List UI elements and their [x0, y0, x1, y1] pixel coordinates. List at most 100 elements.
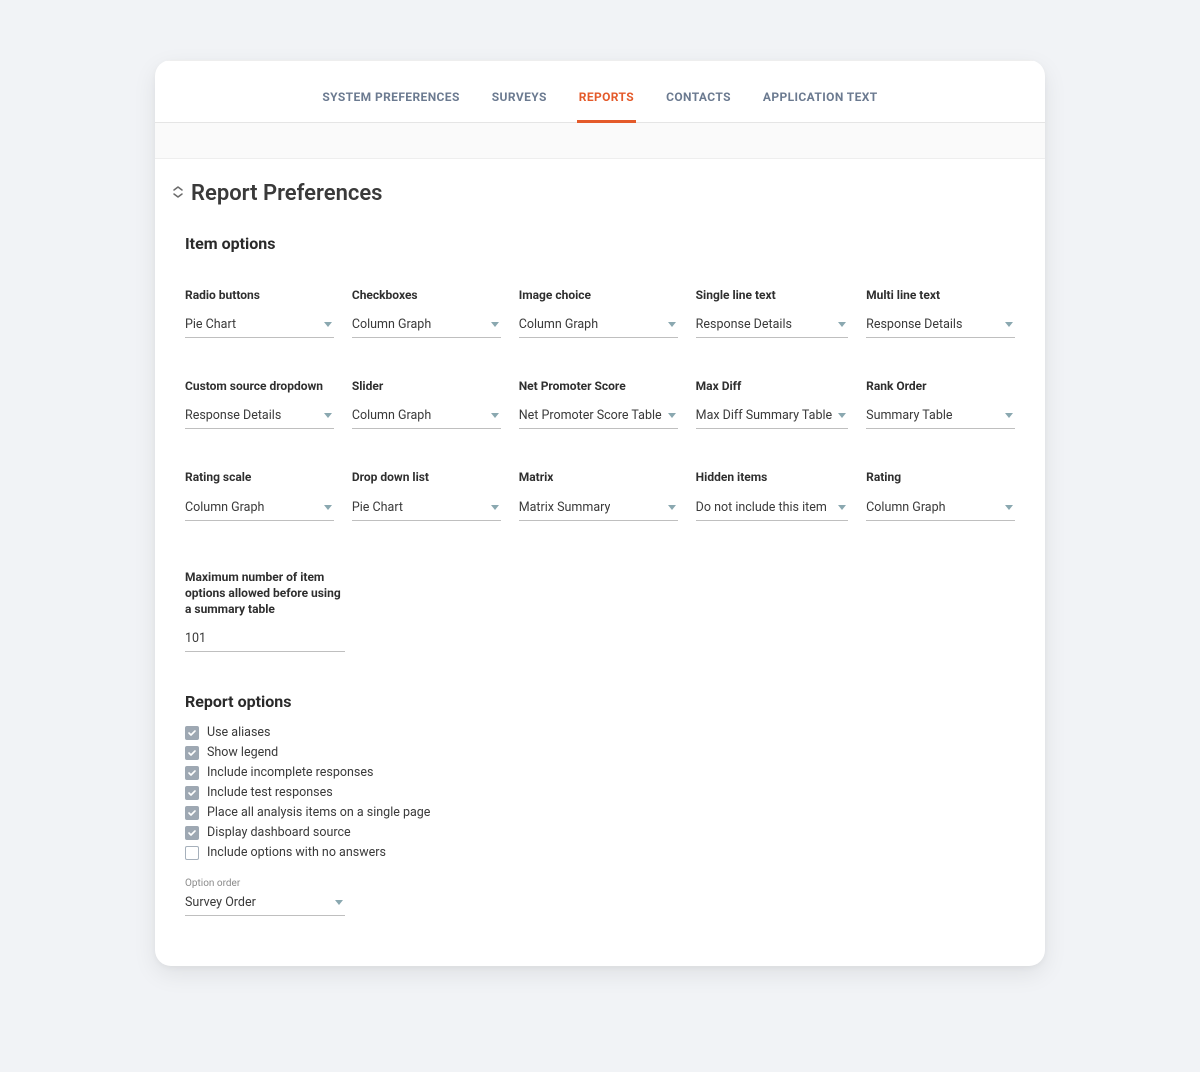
item-option-label: Image choice — [519, 287, 678, 303]
item-option-checkboxes: Checkboxes Column Graph — [352, 287, 501, 338]
item-option-select-drop-down-list[interactable]: Pie Chart — [352, 496, 501, 521]
item-option-select-matrix[interactable]: Matrix Summary — [519, 496, 678, 521]
chevron-down-icon — [1005, 413, 1013, 418]
tabs-container: SYSTEM PREFERENCES SURVEYS REPORTS CONTACTS… — [155, 60, 1045, 123]
report-options-heading: Report options — [185, 692, 1015, 711]
checkbox-include-no-answers[interactable] — [185, 846, 199, 860]
item-option-value: Matrix Summary — [519, 500, 611, 515]
checkbox-label[interactable]: Include incomplete responses — [207, 765, 373, 780]
item-option-drop-down-list: Drop down list Pie Chart — [352, 469, 501, 520]
tab-apptext[interactable]: APPLICATION TEXT — [761, 80, 880, 123]
item-option-label: Net Promoter Score — [519, 378, 678, 394]
report-options-list: Use aliases Show legend Include incomplete… — [185, 725, 1015, 860]
item-option-rating: RatingColumn Graph — [866, 469, 1015, 520]
item-option-label: Rank Order — [866, 378, 1015, 394]
item-option-label: Radio buttons — [185, 287, 334, 303]
item-option-label: Matrix — [519, 469, 678, 485]
item-option-value: Pie Chart — [352, 500, 403, 515]
item-options-grid: Radio buttons Pie Chart Checkboxes Column G… — [185, 287, 1015, 521]
checkbox-use-aliases[interactable] — [185, 726, 199, 740]
checkbox-include-incomplete[interactable] — [185, 766, 199, 780]
item-option-label: Custom source dropdown — [185, 378, 334, 394]
option-order-value: Survey Order — [185, 895, 256, 910]
collapse-expand-icon[interactable] — [171, 184, 185, 203]
tab-surveys[interactable]: SURVEYS — [490, 80, 549, 123]
checkbox-label[interactable]: Place all analysis items on a single pag… — [207, 805, 430, 820]
item-option-matrix: Matrix Matrix Summary — [519, 469, 678, 520]
checkbox-display-dashboard-source[interactable] — [185, 826, 199, 840]
chevron-down-icon — [491, 413, 499, 418]
chevron-down-icon — [491, 322, 499, 327]
item-option-select-rating-scale[interactable]: Column Graph — [185, 496, 334, 521]
item-option-label: Max Diff — [696, 378, 848, 394]
item-option-select-hidden-items[interactable]: Do not include this item — [696, 496, 848, 521]
checkbox-row-use-aliases: Use aliases — [185, 725, 1015, 740]
item-option-label: Drop down list — [352, 469, 501, 485]
checkbox-label[interactable]: Show legend — [207, 745, 278, 760]
item-option-multi-line-text: Multi line text Response Details — [866, 287, 1015, 338]
item-option-value: Response Details — [696, 317, 792, 332]
checkbox-label[interactable]: Include options with no answers — [207, 845, 386, 860]
item-option-label: Rating scale — [185, 469, 334, 485]
tab-contacts[interactable]: CONTACTS — [664, 80, 733, 123]
item-option-select-radio-buttons[interactable]: Pie Chart — [185, 313, 334, 338]
chevron-down-icon — [838, 413, 846, 418]
item-option-select-rank-order[interactable]: Summary Table — [866, 404, 1015, 429]
item-option-label: Hidden items — [696, 469, 848, 485]
item-option-select-slider[interactable]: Column Graph — [352, 404, 501, 429]
item-option-slider: SliderColumn Graph — [352, 378, 501, 429]
option-order-field: Option order Survey Order — [185, 878, 345, 916]
item-option-select-custom-source-dropdown[interactable]: Response Details — [185, 404, 334, 429]
max-options-field: Maximum number of item options allowed b… — [185, 569, 345, 653]
checkbox-row-show-legend: Show legend — [185, 745, 1015, 760]
item-option-max-diff: Max Diff Max Diff Summary Table — [696, 378, 848, 429]
checkbox-label[interactable]: Use aliases — [207, 725, 271, 740]
item-option-label: Single line text — [696, 287, 848, 303]
item-option-select-image-choice[interactable]: Column Graph — [519, 313, 678, 338]
option-order-label: Option order — [185, 878, 345, 889]
chevron-down-icon — [838, 322, 846, 327]
item-options-heading: Item options — [185, 234, 1015, 253]
chevron-down-icon — [491, 505, 499, 510]
max-options-input[interactable] — [185, 627, 345, 652]
checkbox-show-legend[interactable] — [185, 746, 199, 760]
item-option-select-multi-line-text[interactable]: Response Details — [866, 313, 1015, 338]
chevron-down-icon — [838, 505, 846, 510]
option-order-select[interactable]: Survey Order — [185, 891, 345, 916]
chevron-down-icon — [1005, 505, 1013, 510]
item-option-rating-scale: Rating scale Column Graph — [185, 469, 334, 520]
item-option-label: Multi line text — [866, 287, 1015, 303]
item-option-label: Checkboxes — [352, 287, 501, 303]
item-option-value: Column Graph — [866, 500, 945, 515]
tab-system[interactable]: SYSTEM PREFERENCES — [320, 80, 461, 123]
item-option-value: Column Graph — [352, 408, 431, 423]
item-option-hidden-items: Hidden items Do not include this item — [696, 469, 848, 520]
checkbox-row-include-test: Include test responses — [185, 785, 1015, 800]
settings-card: SYSTEM PREFERENCES SURVEYS REPORTS CONTACTS… — [155, 60, 1045, 966]
chevron-down-icon — [324, 505, 332, 510]
subheader-band — [155, 123, 1045, 159]
checkbox-include-test[interactable] — [185, 786, 199, 800]
item-option-select-checkboxes[interactable]: Column Graph — [352, 313, 501, 338]
item-option-net-promoter-score: Net Promoter Score Net Promoter Score Tab… — [519, 378, 678, 429]
chevron-down-icon — [668, 322, 676, 327]
item-option-single-line-text: Single line text Response Details — [696, 287, 848, 338]
item-option-select-rating[interactable]: Column Graph — [866, 496, 1015, 521]
item-option-value: Column Graph — [185, 500, 264, 515]
item-option-value: Response Details — [866, 317, 962, 332]
max-options-label: Maximum number of item options allowed b… — [185, 569, 345, 618]
tab-reports[interactable]: REPORTS — [577, 80, 636, 123]
chevron-down-icon — [324, 322, 332, 327]
item-option-value: Column Graph — [519, 317, 598, 332]
item-option-radio-buttons: Radio buttons Pie Chart — [185, 287, 334, 338]
item-option-select-max-diff[interactable]: Max Diff Summary Table — [696, 404, 848, 429]
checkbox-label[interactable]: Include test responses — [207, 785, 333, 800]
checkbox-row-include-no-answers: Include options with no answers — [185, 845, 1015, 860]
item-option-select-single-line-text[interactable]: Response Details — [696, 313, 848, 338]
chevron-down-icon — [668, 505, 676, 510]
page-title-row: Report Preferences — [171, 181, 1015, 206]
item-option-select-net-promoter-score[interactable]: Net Promoter Score Table — [519, 404, 678, 429]
chevron-down-icon — [668, 413, 676, 418]
checkbox-label[interactable]: Display dashboard source — [207, 825, 351, 840]
checkbox-single-page[interactable] — [185, 806, 199, 820]
